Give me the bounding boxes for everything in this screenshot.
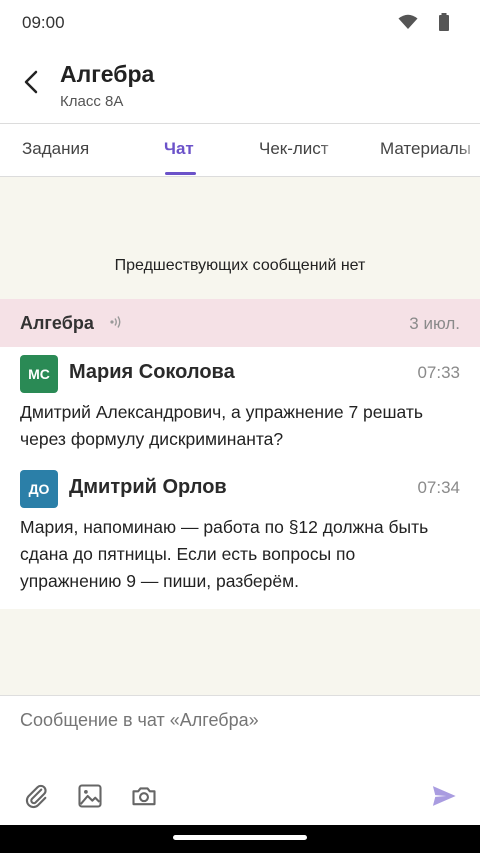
message-time: 07:34: [417, 478, 460, 497]
back-button[interactable]: [16, 66, 46, 102]
wifi-icon: [398, 14, 418, 35]
send-icon: [430, 782, 458, 815]
message-input[interactable]: [20, 710, 460, 731]
image-icon: [76, 782, 104, 815]
tab-chat[interactable]: Чат: [164, 139, 194, 159]
message-list: МС Мария Соколова 07:33 Дмитрий Александ…: [0, 347, 480, 609]
chat-area[interactable]: Предшествующих сообщений нет Алгебра 3 и…: [0, 177, 480, 695]
paperclip-icon: [22, 782, 50, 815]
system-nav-bar: [0, 825, 480, 853]
chevron-left-icon: [23, 70, 39, 99]
tab-fade: [458, 124, 480, 176]
message-author: Мария Соколова: [69, 361, 235, 383]
avatar: ДО: [20, 470, 58, 508]
camera-icon: [130, 782, 158, 815]
status-time: 09:00: [22, 13, 65, 32]
tab-fade: [320, 124, 344, 176]
tab-bar: Задания Чат Чек-лист Материалы: [0, 123, 480, 177]
tab-checklist[interactable]: Чек-лист: [259, 139, 329, 159]
avatar: МС: [20, 355, 58, 393]
page-subtitle: Класс 8А: [60, 93, 124, 110]
sound-icon: [108, 314, 124, 335]
battery-icon: [438, 13, 450, 36]
tab-assignments[interactable]: Задания: [22, 139, 89, 159]
message-time: 07:33: [417, 363, 460, 382]
attach-button[interactable]: [20, 782, 52, 814]
status-bar: 09:00: [0, 0, 480, 46]
message-text: Дмитрий Александрович, а упражнение 7 ре…: [20, 402, 424, 449]
home-handle[interactable]: [173, 835, 307, 840]
chat-group-banner: Алгебра 3 июл.: [0, 299, 480, 347]
app-header: Алгебра Класс 8А: [0, 46, 480, 124]
page-title: Алгебра: [60, 61, 155, 87]
message-text: Мария, напоминаю — работа по §12 должна …: [20, 517, 429, 591]
message-author: Дмитрий Орлов: [69, 476, 227, 498]
message-composer: [0, 695, 480, 825]
camera-button[interactable]: [128, 782, 160, 814]
no-previous-messages: Предшествующих сообщений нет: [114, 257, 366, 274]
image-button[interactable]: [74, 782, 106, 814]
group-date: 3 июл.: [409, 314, 460, 333]
group-name: Алгебра: [20, 313, 94, 333]
status-icons: [398, 13, 450, 36]
tab-active-indicator: [165, 172, 196, 175]
send-button[interactable]: [428, 782, 460, 814]
